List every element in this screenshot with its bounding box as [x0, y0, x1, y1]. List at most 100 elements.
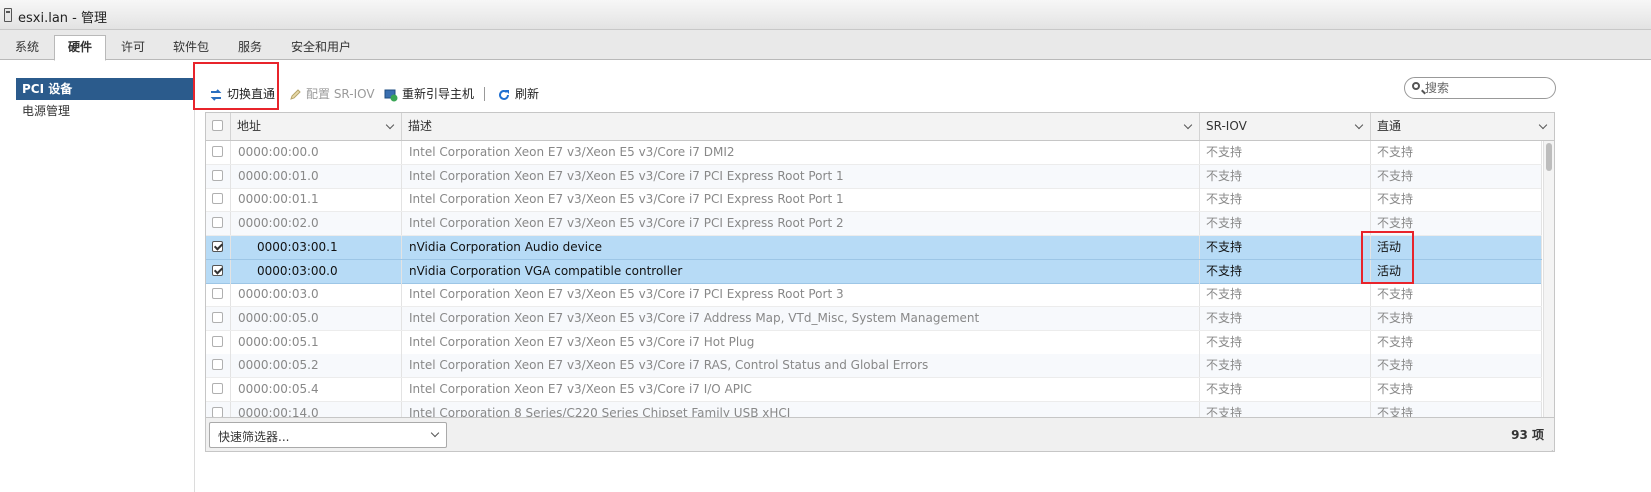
- toggle-passthrough-label: 切换直通: [227, 87, 276, 101]
- cell-description: Intel Corporation Xeon E7 v3/Xeon E5 v3/…: [402, 330, 1200, 354]
- cell-description: Intel Corporation Xeon E7 v3/Xeon E5 v3/…: [402, 164, 1200, 188]
- row-checkbox[interactable]: [212, 288, 223, 300]
- table-row[interactable]: 0000:00:05.1 Intel Corporation Xeon E7 v3…: [206, 330, 1542, 355]
- table-footer: 快速筛选器... 93 项: [206, 417, 1554, 451]
- table-row[interactable]: 0000:00:03.0 Intel Corporation Xeon E7 v3…: [206, 283, 1542, 308]
- cell-description: Intel Corporation Xeon E7 v3/Xeon E5 v3/…: [402, 306, 1200, 330]
- cell-sriov: 不支持: [1200, 164, 1371, 188]
- cell-address: 0000:00:01.1: [231, 188, 402, 212]
- row-select-cell: [206, 401, 231, 417]
- row-checkbox[interactable]: [212, 383, 223, 394]
- cell-passthrough: 不支持: [1371, 330, 1542, 354]
- tab-security-users[interactable]: 安全和用户: [282, 36, 360, 60]
- cell-sriov: 不支持: [1200, 306, 1371, 330]
- table-row[interactable]: 0000:00:05.2 Intel Corporation Xeon E7 v3…: [206, 354, 1542, 379]
- cell-address: 0000:00:05.4: [231, 378, 402, 401]
- row-checkbox[interactable]: [212, 311, 223, 323]
- configure-sriov-button[interactable]: 配置 SR-IOV: [288, 80, 375, 108]
- tab-packages[interactable]: 软件包: [164, 36, 218, 60]
- column-header-description[interactable]: 描述: [402, 113, 1200, 140]
- toolbar-separator: [484, 87, 485, 101]
- sidebar-item-power-management[interactable]: 电源管理: [16, 100, 194, 122]
- table-row[interactable]: 0000:00:00.0 Intel Corporation Xeon E7 v3…: [206, 141, 1542, 165]
- table-row[interactable]: 0000:03:00.1 nVidia Corporation Audio dev…: [206, 235, 1542, 260]
- cell-passthrough: 活动: [1371, 259, 1542, 283]
- cell-passthrough: 不支持: [1371, 283, 1542, 307]
- search-icon: [1412, 82, 1420, 90]
- configure-sriov-label: 配置 SR-IOV: [306, 87, 375, 101]
- cell-description: Intel Corporation 8 Series/C220 Series C…: [402, 401, 1200, 417]
- row-checkbox[interactable]: [212, 406, 223, 417]
- table-row[interactable]: 0000:00:01.0 Intel Corporation Xeon E7 v3…: [206, 164, 1542, 189]
- cell-address: 0000:00:02.0: [231, 212, 402, 236]
- pci-devices-table: 地址 描述 SR-IOV 直通 0000:00:00.0 Intel Corpor…: [205, 112, 1555, 452]
- select-all-checkbox[interactable]: [212, 120, 223, 131]
- tab-bar: 系统 硬件 许可 软件包 服务 安全和用户: [0, 30, 1651, 61]
- search-box[interactable]: [1404, 77, 1556, 99]
- window-titlebar: esxi.lan - 管理: [0, 0, 1651, 30]
- search-input[interactable]: [1425, 80, 1549, 96]
- column-header-passthrough-label: 直通: [1377, 119, 1402, 133]
- row-checkbox[interactable]: [212, 217, 223, 229]
- row-checkbox[interactable]: [212, 264, 223, 276]
- cell-passthrough: 活动: [1371, 235, 1542, 259]
- table-row[interactable]: 0000:00:02.0 Intel Corporation Xeon E7 v3…: [206, 212, 1542, 237]
- row-select-cell: [206, 164, 231, 188]
- cell-description: Intel Corporation Xeon E7 v3/Xeon E5 v3/…: [402, 283, 1200, 307]
- sidebar-item-pci-devices[interactable]: PCI 设备: [16, 78, 194, 100]
- row-checkbox[interactable]: [212, 335, 223, 347]
- table-body: 0000:00:00.0 Intel Corporation Xeon E7 v3…: [206, 141, 1542, 417]
- row-select-cell: [206, 141, 231, 164]
- table-row[interactable]: 0000:00:01.1 Intel Corporation Xeon E7 v3…: [206, 188, 1542, 213]
- resize-handle[interactable]: [1545, 443, 1553, 451]
- row-select-cell: [206, 354, 231, 378]
- toggle-passthrough-button[interactable]: 切换直通: [209, 80, 275, 108]
- row-checkbox[interactable]: [212, 240, 223, 252]
- select-all-header: [206, 113, 231, 140]
- scrollbar-thumb[interactable]: [1546, 143, 1552, 171]
- cell-sriov: 不支持: [1200, 354, 1371, 378]
- tab-system[interactable]: 系统: [6, 36, 48, 60]
- table-header: 地址 描述 SR-IOV 直通: [206, 113, 1554, 141]
- row-checkbox[interactable]: [212, 146, 223, 157]
- cell-sriov: 不支持: [1200, 188, 1371, 212]
- row-select-cell: [206, 378, 231, 401]
- column-header-passthrough[interactable]: 直通: [1371, 113, 1554, 140]
- row-select-cell: [206, 259, 231, 283]
- quick-filter-dropdown[interactable]: 快速筛选器...: [209, 422, 447, 448]
- reboot-host-icon: [384, 89, 398, 101]
- table-row[interactable]: 0000:00:14.0 Intel Corporation 8 Series/C…: [206, 401, 1542, 417]
- cell-sriov: 不支持: [1200, 401, 1371, 417]
- row-checkbox[interactable]: [212, 193, 223, 205]
- cell-sriov: 不支持: [1200, 212, 1371, 236]
- chevron-down-icon[interactable]: [1354, 120, 1364, 130]
- column-header-address[interactable]: 地址: [231, 113, 402, 140]
- chevron-down-icon[interactable]: [385, 120, 395, 130]
- cell-passthrough: 不支持: [1371, 164, 1542, 188]
- refresh-button[interactable]: 刷新: [497, 80, 539, 108]
- table-row[interactable]: 0000:00:05.4 Intel Corporation Xeon E7 v3…: [206, 378, 1542, 402]
- cell-passthrough: 不支持: [1371, 212, 1542, 236]
- refresh-icon: [499, 89, 509, 100]
- chevron-down-icon[interactable]: [1183, 120, 1193, 130]
- column-header-sriov[interactable]: SR-IOV: [1200, 113, 1371, 140]
- row-checkbox[interactable]: [212, 359, 223, 371]
- tab-services[interactable]: 服务: [228, 36, 272, 60]
- refresh-label: 刷新: [515, 87, 540, 101]
- cell-description: Intel Corporation Xeon E7 v3/Xeon E5 v3/…: [402, 212, 1200, 236]
- cell-description: Intel Corporation Xeon E7 v3/Xeon E5 v3/…: [402, 354, 1200, 378]
- reboot-host-button[interactable]: 重新引导主机: [384, 80, 474, 108]
- cell-description: Intel Corporation Xeon E7 v3/Xeon E5 v3/…: [402, 141, 1200, 164]
- chevron-down-icon[interactable]: [1538, 120, 1548, 130]
- host-icon: [4, 8, 12, 22]
- vertical-scrollbar[interactable]: [1543, 141, 1554, 417]
- row-checkbox[interactable]: [212, 169, 223, 181]
- table-row[interactable]: 0000:00:05.0 Intel Corporation Xeon E7 v3…: [206, 306, 1542, 331]
- tab-licensing[interactable]: 许可: [112, 36, 154, 60]
- table-row[interactable]: 0000:03:00.0 nVidia Corporation VGA compa…: [206, 259, 1542, 284]
- tab-hardware[interactable]: 硬件: [54, 35, 106, 61]
- row-select-cell: [206, 235, 231, 259]
- row-select-cell: [206, 188, 231, 212]
- cell-sriov: 不支持: [1200, 378, 1371, 401]
- row-select-cell: [206, 306, 231, 330]
